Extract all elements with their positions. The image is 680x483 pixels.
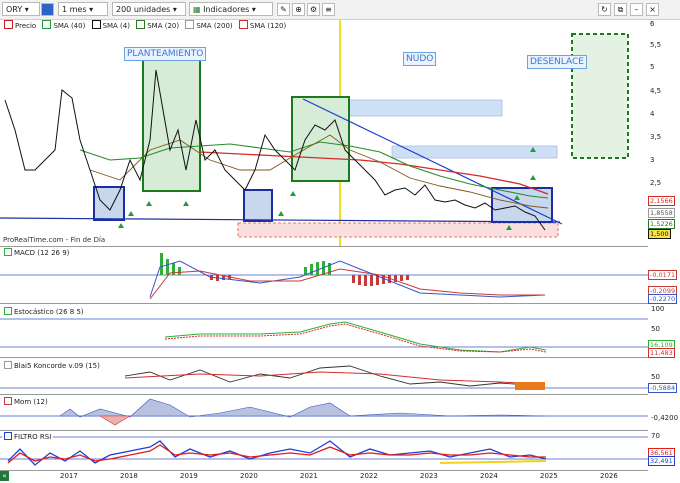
year-label: 2023 bbox=[420, 472, 438, 480]
checkbox-icon bbox=[4, 307, 12, 315]
koncorde-tag: -0,5884 bbox=[648, 383, 678, 393]
axis-tick: 6 bbox=[650, 20, 655, 28]
minimize-icon[interactable]: – bbox=[630, 3, 643, 16]
desenlace-box bbox=[571, 33, 629, 159]
indicators-label: Indicadores bbox=[203, 5, 250, 14]
axis-tick: 2,5 bbox=[650, 179, 662, 187]
rsi-label[interactable]: FILTRO RSI bbox=[2, 432, 54, 442]
macd-panel[interactable]: MACD (12 26 9) bbox=[0, 246, 648, 303]
color-swatch-icon[interactable] bbox=[41, 3, 54, 16]
symbol-label: ORY bbox=[6, 5, 23, 14]
year-label: 2019 bbox=[180, 472, 198, 480]
checkbox-icon bbox=[4, 361, 12, 369]
chevron-down-icon: ▾ bbox=[89, 5, 94, 14]
year-label: 2017 bbox=[60, 472, 78, 480]
axis-tick: 50 bbox=[651, 373, 660, 381]
rsi-panel[interactable]: FILTRO RSI bbox=[0, 430, 648, 471]
axis-tick: -0,4200 bbox=[651, 414, 679, 422]
year-label: 2021 bbox=[300, 472, 318, 480]
planteamiento-label: PLANTEAMIENTO bbox=[124, 47, 207, 61]
support-line bbox=[0, 217, 561, 223]
units-label: 200 unidades bbox=[116, 5, 171, 14]
koncorde-label[interactable]: Blai5 Koncorde v.09 (15) bbox=[2, 361, 102, 371]
macd-line bbox=[149, 260, 546, 298]
price-tag: 1,8558 bbox=[648, 208, 675, 218]
detach-icon[interactable]: ⧉ bbox=[614, 3, 627, 16]
signal-line bbox=[149, 268, 545, 300]
copyright-text: ProRealTime.com - Fin de Día bbox=[3, 236, 106, 244]
price-tag: 2,1566 bbox=[648, 196, 675, 206]
scroll-handle-icon[interactable]: « bbox=[0, 471, 9, 481]
chevron-down-icon: ▾ bbox=[172, 5, 177, 14]
year-label: 2020 bbox=[240, 472, 258, 480]
close-icon[interactable]: × bbox=[646, 3, 659, 16]
indicators-icon: ▦ bbox=[193, 5, 201, 14]
momentum-panel[interactable]: Mom (12) bbox=[0, 394, 648, 430]
macd-chart bbox=[0, 253, 648, 300]
indicators-button[interactable]: ▦ Indicadores ▾ bbox=[189, 2, 273, 16]
toolbar: ORY ▾ 1 mes ▾ 200 unidades ▾ ▦ Indicador… bbox=[0, 0, 680, 20]
momentum-area bbox=[98, 415, 132, 426]
stoch-tag: 11,483 bbox=[648, 348, 675, 358]
axis-tick: 3,5 bbox=[650, 133, 662, 141]
stochastic-chart bbox=[0, 318, 648, 353]
chevron-down-icon: ▾ bbox=[24, 5, 29, 14]
axis-tick: 4 bbox=[650, 110, 655, 118]
koncorde-bar bbox=[515, 382, 545, 390]
period-label: 1 mes bbox=[62, 5, 87, 14]
base-box bbox=[243, 189, 273, 222]
desenlace-label: DESENLACE bbox=[527, 55, 587, 69]
nudo-label: NUDO bbox=[403, 52, 437, 66]
axis-tick: 50 bbox=[651, 325, 660, 333]
macd-label[interactable]: MACD (12 26 9) bbox=[2, 248, 72, 258]
refresh-icon[interactable]: ↻ bbox=[598, 3, 611, 16]
settings-icon[interactable]: ⚙ bbox=[307, 3, 320, 16]
axis-tick: 100 bbox=[651, 305, 665, 313]
units-select[interactable]: 200 unidades ▾ bbox=[112, 2, 186, 16]
koncorde-panel[interactable]: Blai5 Koncorde v.09 (15) bbox=[0, 357, 648, 394]
axis-tick: 4,5 bbox=[650, 87, 662, 95]
koncorde-line bbox=[124, 365, 541, 387]
macd-tag: -0,0171 bbox=[648, 270, 678, 280]
momentum-label[interactable]: Mom (12) bbox=[2, 397, 50, 407]
axis-tick: 3 bbox=[650, 156, 655, 164]
year-label: 2026 bbox=[600, 472, 618, 480]
price-chart[interactable] bbox=[0, 20, 648, 246]
rsi-chart bbox=[0, 436, 648, 466]
checkbox-icon bbox=[4, 248, 12, 256]
macd-tag: -0,2270 bbox=[648, 294, 678, 304]
year-label: 2022 bbox=[360, 472, 378, 480]
axis-tick: 5,5 bbox=[650, 41, 662, 49]
momentum-area bbox=[59, 398, 546, 418]
chevron-down-icon: ▾ bbox=[251, 5, 256, 14]
stoch-d-line bbox=[164, 323, 547, 353]
draw-tool-icon[interactable]: ✎ bbox=[277, 3, 290, 16]
resistance-zone bbox=[345, 99, 503, 117]
checkbox-icon bbox=[4, 397, 12, 405]
rsi-line bbox=[7, 440, 547, 466]
year-label: 2018 bbox=[120, 472, 138, 480]
year-label: 2025 bbox=[540, 472, 558, 480]
price-tag: 1,500 bbox=[648, 229, 671, 239]
zoom-icon[interactable]: ⊕ bbox=[292, 3, 305, 16]
period-select[interactable]: 1 mes ▾ bbox=[58, 2, 108, 16]
axis-tick: 70 bbox=[651, 432, 660, 440]
rsi-threshold-line bbox=[439, 460, 547, 464]
axis-tick: 5 bbox=[650, 63, 655, 71]
menu-icon[interactable]: ≡ bbox=[322, 3, 335, 16]
stochastic-panel[interactable]: Estocástico (26 8 5) bbox=[0, 303, 648, 357]
nudo-box bbox=[291, 96, 350, 182]
checkbox-icon bbox=[4, 432, 12, 440]
symbol-select[interactable]: ORY ▾ bbox=[2, 2, 40, 16]
momentum-chart bbox=[0, 398, 648, 426]
stochastic-label[interactable]: Estocástico (26 8 5) bbox=[2, 307, 86, 317]
price-tag: 1,5226 bbox=[648, 219, 675, 229]
rsi-tag: 32,491 bbox=[648, 456, 675, 466]
year-label: 2024 bbox=[480, 472, 498, 480]
